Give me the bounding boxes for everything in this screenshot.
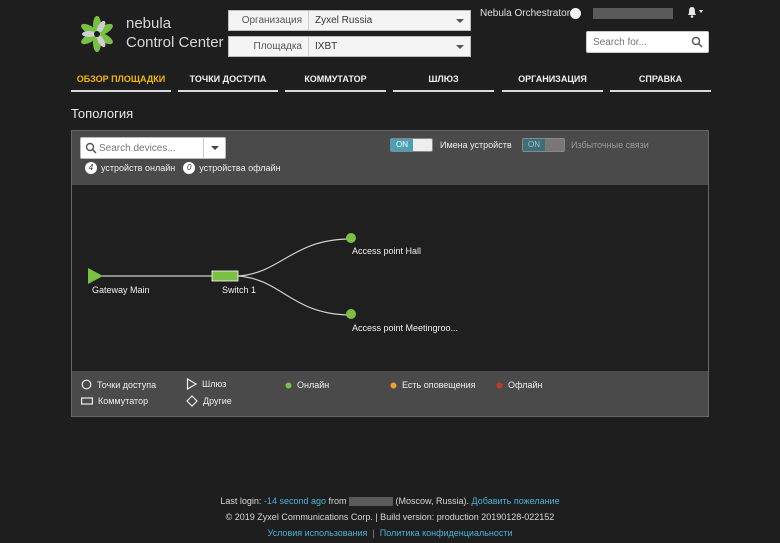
orchestrator-label: Nebula Orchestrator [480,8,571,19]
chevron-down-icon [456,18,464,23]
nav-gateway[interactable]: ШЛЮЗ [393,70,494,92]
last-login-location: (Moscow, Russia). [393,496,470,506]
ap-meeting-node-icon [346,309,356,319]
link-switch-ap-hall [237,238,352,277]
rectangle-icon [81,396,93,405]
device-search[interactable] [80,137,226,159]
bell-icon[interactable] [686,5,704,22]
ap-hall-node-icon [346,233,356,243]
device-names-toggle-state: ON [391,139,413,151]
switch-node-icon [211,270,239,282]
online-dot-icon [285,382,292,388]
last-login-prefix: Last login: [220,496,264,506]
legend-ap-label: Точки доступа [97,379,157,390]
device-search-dropdown[interactable] [203,138,225,158]
user-name-blurred[interactable] [593,8,673,19]
legend-online: Онлайн [285,380,329,390]
redundant-links-label: Избыточные связи [571,140,649,150]
topology-legend: Точки доступа Коммутатор Шлюз Другие Онл… [72,371,708,416]
chevron-down-icon [456,44,464,49]
last-login-from: from [325,496,349,506]
organization-label: Организация [229,11,309,30]
legend-alerts-label: Есть оповещения [402,380,476,390]
device-names-toggle[interactable]: ON [390,138,433,152]
alert-dot-icon [390,382,397,388]
topology-toolbar: 4 устройств онлайн 0 устройства офлайн O… [72,131,708,185]
offline-dot-icon [496,382,503,388]
footer-links: Условия использования | Политика конфиде… [267,528,513,538]
legend-gateway-label: Шлюз [202,379,227,389]
circle-icon [81,379,92,390]
nav-site-overview[interactable]: ОБЗОР ПЛОЩАДКИ [71,70,171,92]
link-switch-ap-meeting [237,275,352,316]
footer-copyright: © 2019 Zyxel Communications Corp. | Buil… [225,512,555,522]
brand-line2: Control Center [126,34,224,51]
device-search-input[interactable] [97,141,197,155]
redundant-links-toggle-state: ON [523,139,545,151]
legend-switch-label: Коммутатор [98,396,149,406]
node-label-gateway[interactable]: Gateway Main [92,285,150,295]
topology-canvas: Gateway Main Switch 1 Access point Hall … [72,185,708,371]
global-search[interactable] [586,31,709,53]
site-label: Площадка [229,37,309,56]
legend-offline: Офлайн [496,380,542,390]
online-count-label: устройств онлайн [101,163,176,173]
nav-switch[interactable]: КОММУТАТОР [285,70,386,92]
legend-gateway: Шлюз [186,378,226,390]
global-search-input[interactable] [587,32,687,52]
search-icon[interactable] [691,36,703,48]
legend-online-label: Онлайн [297,380,330,390]
offline-count-label: устройства офлайн [199,163,281,173]
page-title: Топология [71,106,134,121]
online-count-badge: 4 [85,162,97,174]
feedback-link[interactable]: Добавить пожелание [472,496,560,506]
gateway-node-icon [88,268,103,284]
redundant-links-toggle[interactable]: ON [522,138,565,152]
node-label-ap-meeting[interactable]: Access point Meetingroo... [352,323,458,333]
ip-address-blurred [349,497,393,507]
nav-help[interactable]: СПРАВКА [610,70,711,92]
nav-organization[interactable]: ОРГАНИЗАЦИЯ [502,70,603,92]
topology-panel: 4 устройств онлайн 0 устройства офлайн O… [71,130,709,417]
legend-switch: Коммутатор [81,396,148,406]
search-icon [85,142,97,154]
legend-ap: Точки доступа [81,379,156,390]
legend-other: Другие [186,395,232,407]
organization-select[interactable]: Организация Zyxel Russia [228,10,471,31]
legend-alerts: Есть оповещения [390,380,475,390]
footer-last-login: Last login: -14 second ago from (Moscow,… [0,496,780,507]
legend-other-label: Другие [203,396,232,406]
nebula-logo-icon [78,15,116,53]
privacy-link[interactable]: Политика конфиденциальности [380,528,513,538]
last-login-time: -14 second ago [263,496,326,506]
terms-link[interactable]: Условия использования [267,528,367,538]
brand-title: nebula Control Center [126,14,224,52]
site-value: IXBT [315,41,338,52]
orchestrator-toggle[interactable] [570,8,581,19]
site-select[interactable]: Площадка IXBT [228,36,471,57]
legend-offline-label: Офлайн [508,380,543,390]
brand-line1: nebula [126,15,172,32]
nav-access-points[interactable]: ТОЧКИ ДОСТУПА [178,70,278,92]
device-names-label: Имена устройств [440,140,512,150]
chevron-down-icon [210,146,219,150]
organization-value: Zyxel Russia [315,15,373,26]
device-counts: 4 устройств онлайн 0 устройства офлайн [85,162,281,174]
diamond-icon [186,395,198,407]
node-label-switch[interactable]: Switch 1 [222,285,256,295]
offline-count-badge: 0 [183,162,196,174]
triangle-icon [186,378,197,390]
node-label-ap-hall[interactable]: Access point Hall [352,246,421,256]
